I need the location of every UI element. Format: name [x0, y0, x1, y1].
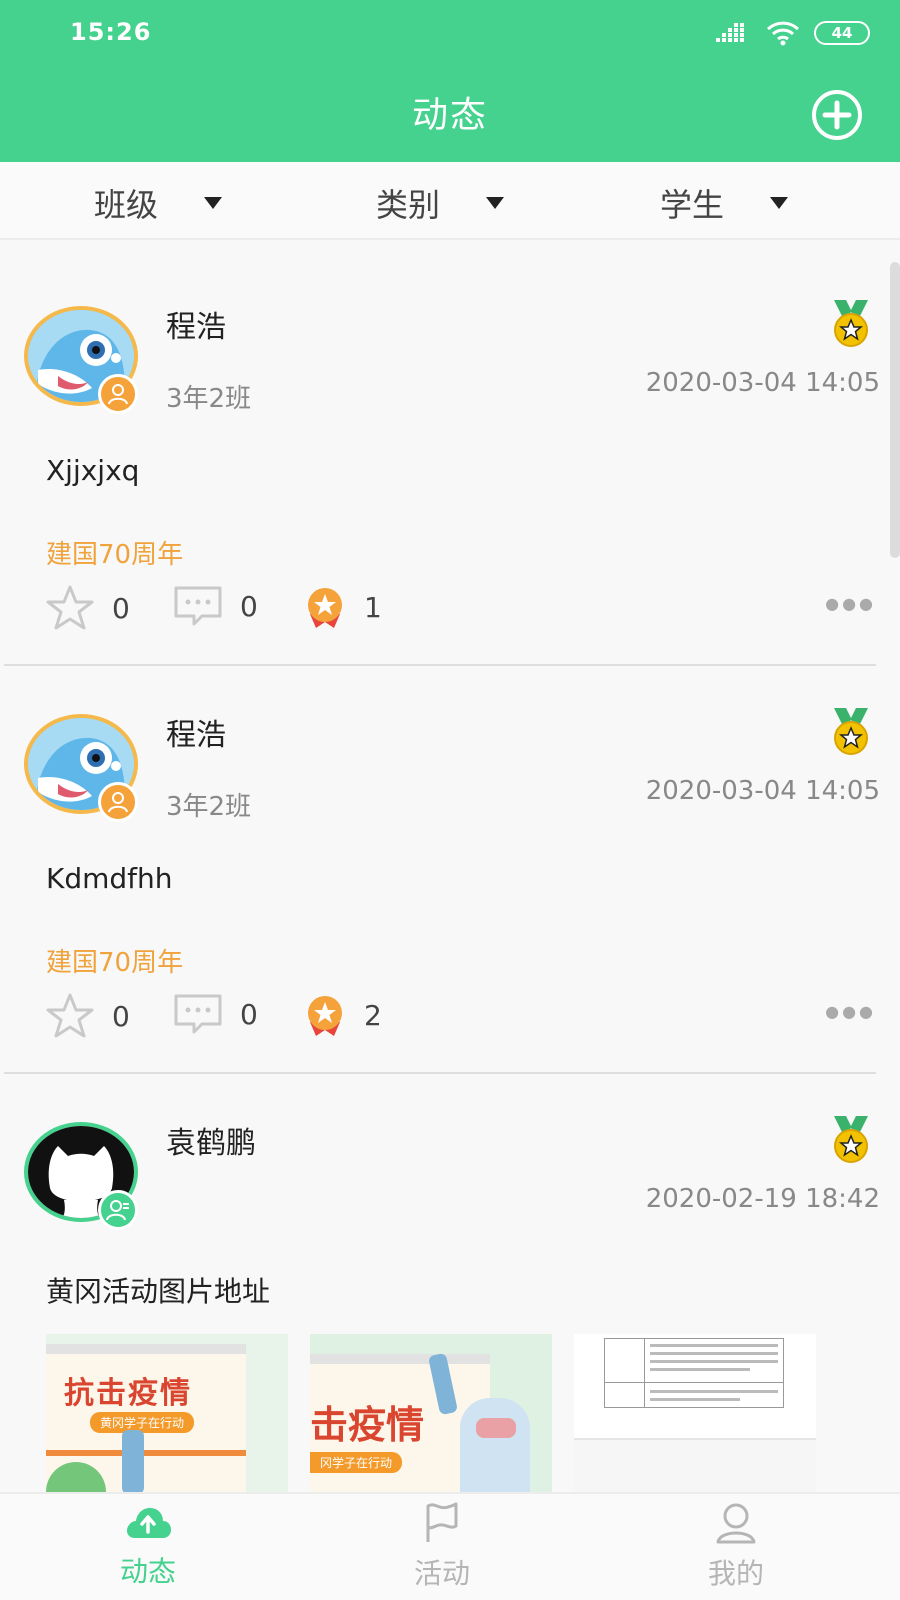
post-topic-tag[interactable]: 建国70周年: [46, 534, 183, 571]
post-image[interactable]: [574, 1334, 816, 1492]
post-image-grid: 抗击疫情 黄冈学子在行动 击疫情 冈学子在行动: [46, 1334, 816, 1492]
like-button[interactable]: 0: [44, 992, 130, 1040]
image-title: 击疫情: [310, 1403, 425, 1447]
caret-down-icon: [204, 197, 223, 209]
caret-down-icon: [486, 197, 505, 209]
post-card[interactable]: 程浩 3年2班 2020-03-04 14:05 Xjjxjxq 建国70周年 …: [0, 262, 880, 668]
post-author[interactable]: 程浩: [166, 710, 226, 754]
more-options-button[interactable]: ●●●: [825, 1002, 876, 1021]
divider: [4, 1072, 876, 1074]
student-badge-icon: [98, 782, 138, 822]
filter-class-dropdown[interactable]: 班级: [94, 180, 223, 226]
award-badge-icon: [308, 996, 342, 1036]
comment-icon: [174, 994, 222, 1034]
teacher-badge-icon: [98, 1190, 138, 1230]
avatar[interactable]: [24, 1122, 138, 1230]
comment-count: 0: [240, 589, 258, 623]
post-content: Kdmdfhh: [46, 862, 173, 895]
caret-down-icon: [770, 197, 789, 209]
post-actions: 0 0 1 ●●●: [44, 584, 880, 634]
signal-icon: [716, 23, 744, 42]
medal-icon: [834, 1116, 868, 1163]
tab-profile-label: 我的: [707, 1557, 764, 1590]
add-post-icon[interactable]: [810, 88, 864, 142]
image-subtitle: 黄冈学子在行动: [90, 1412, 195, 1433]
filter-bar: 班级 类别 学生: [0, 162, 900, 240]
post-author[interactable]: 程浩: [166, 302, 226, 346]
post-topic-tag[interactable]: 建国70周年: [46, 942, 183, 979]
star-outline-icon: [46, 993, 94, 1038]
post-content: 黄冈活动图片地址: [46, 1275, 271, 1308]
post-date: 2020-02-19 18:42: [645, 1184, 880, 1214]
filter-category-label: 类别: [376, 186, 441, 224]
bottom-tab-bar: 动态 活动 我的: [0, 1492, 900, 1600]
student-badge-icon: [98, 374, 138, 414]
post-actions: 0 0 2 ●●●: [44, 992, 880, 1042]
page-title: 动态: [411, 95, 488, 136]
award-badge-icon: [308, 588, 342, 628]
post-image[interactable]: 击疫情 冈学子在行动: [310, 1334, 552, 1492]
post-date: 2020-03-04 14:05: [645, 776, 880, 806]
filter-category-dropdown[interactable]: 类别: [376, 180, 505, 226]
award-count: 2: [364, 998, 382, 1032]
avatar[interactable]: [24, 306, 138, 414]
tab-feed[interactable]: 动态: [68, 1502, 228, 1590]
image-title: 抗击疫情: [64, 1376, 192, 1411]
comment-count: 0: [240, 997, 258, 1031]
more-options-button[interactable]: ●●●: [825, 594, 876, 613]
filter-student-dropdown[interactable]: 学生: [660, 180, 789, 226]
filter-student-label: 学生: [660, 186, 725, 224]
top-app-bar: 15:26 44 动态: [0, 0, 900, 162]
avatar[interactable]: [24, 714, 138, 822]
post-card[interactable]: 程浩 3年2班 2020-03-04 14:05 Kdmdfhh 建国70周年 …: [0, 670, 880, 1078]
post-class: 3年2班: [166, 384, 252, 414]
status-bar: 15:26 44: [0, 0, 900, 70]
comment-button[interactable]: 0: [172, 584, 258, 628]
medal-icon: [834, 708, 868, 755]
tab-profile[interactable]: 我的: [656, 1502, 816, 1592]
post-class: 3年2班: [166, 792, 252, 822]
tab-activity-label: 活动: [413, 1557, 470, 1590]
filter-class-label: 班级: [94, 186, 159, 224]
wifi-icon: [766, 21, 800, 46]
image-subtitle: 冈学子在行动: [310, 1452, 403, 1473]
post-image[interactable]: 抗击疫情 黄冈学子在行动: [46, 1334, 288, 1492]
feed-scrollbar[interactable]: [890, 262, 900, 558]
like-button[interactable]: 0: [44, 584, 130, 632]
comment-icon: [174, 586, 222, 626]
award-button[interactable]: 2: [302, 992, 382, 1038]
divider: [4, 664, 876, 666]
status-time: 15:26: [70, 18, 152, 46]
medal-icon: [834, 300, 868, 347]
post-card[interactable]: 袁鹤鹏 2020-02-19 18:42 黄冈活动图片地址 抗击疫情 黄冈学子在…: [0, 1078, 880, 1492]
award-count: 1: [364, 590, 382, 624]
flag-icon: [426, 1502, 458, 1542]
star-outline-icon: [46, 585, 94, 630]
battery-indicator: 44: [814, 21, 870, 45]
tab-feed-label: 动态: [119, 1555, 176, 1588]
post-author[interactable]: 袁鹤鹏: [166, 1118, 256, 1162]
post-content: Xjjxjxq: [46, 454, 140, 487]
cloud-upload-icon: [127, 1508, 171, 1538]
like-count: 0: [112, 591, 130, 625]
feed-list[interactable]: 程浩 3年2班 2020-03-04 14:05 Xjjxjxq 建国70周年 …: [0, 262, 900, 1492]
comment-button[interactable]: 0: [172, 992, 258, 1036]
post-date: 2020-03-04 14:05: [645, 368, 880, 398]
award-button[interactable]: 1: [302, 584, 382, 630]
tab-activity[interactable]: 活动: [362, 1502, 522, 1592]
system-icons: 44: [716, 20, 870, 46]
user-icon: [716, 1503, 756, 1544]
like-count: 0: [112, 999, 130, 1033]
